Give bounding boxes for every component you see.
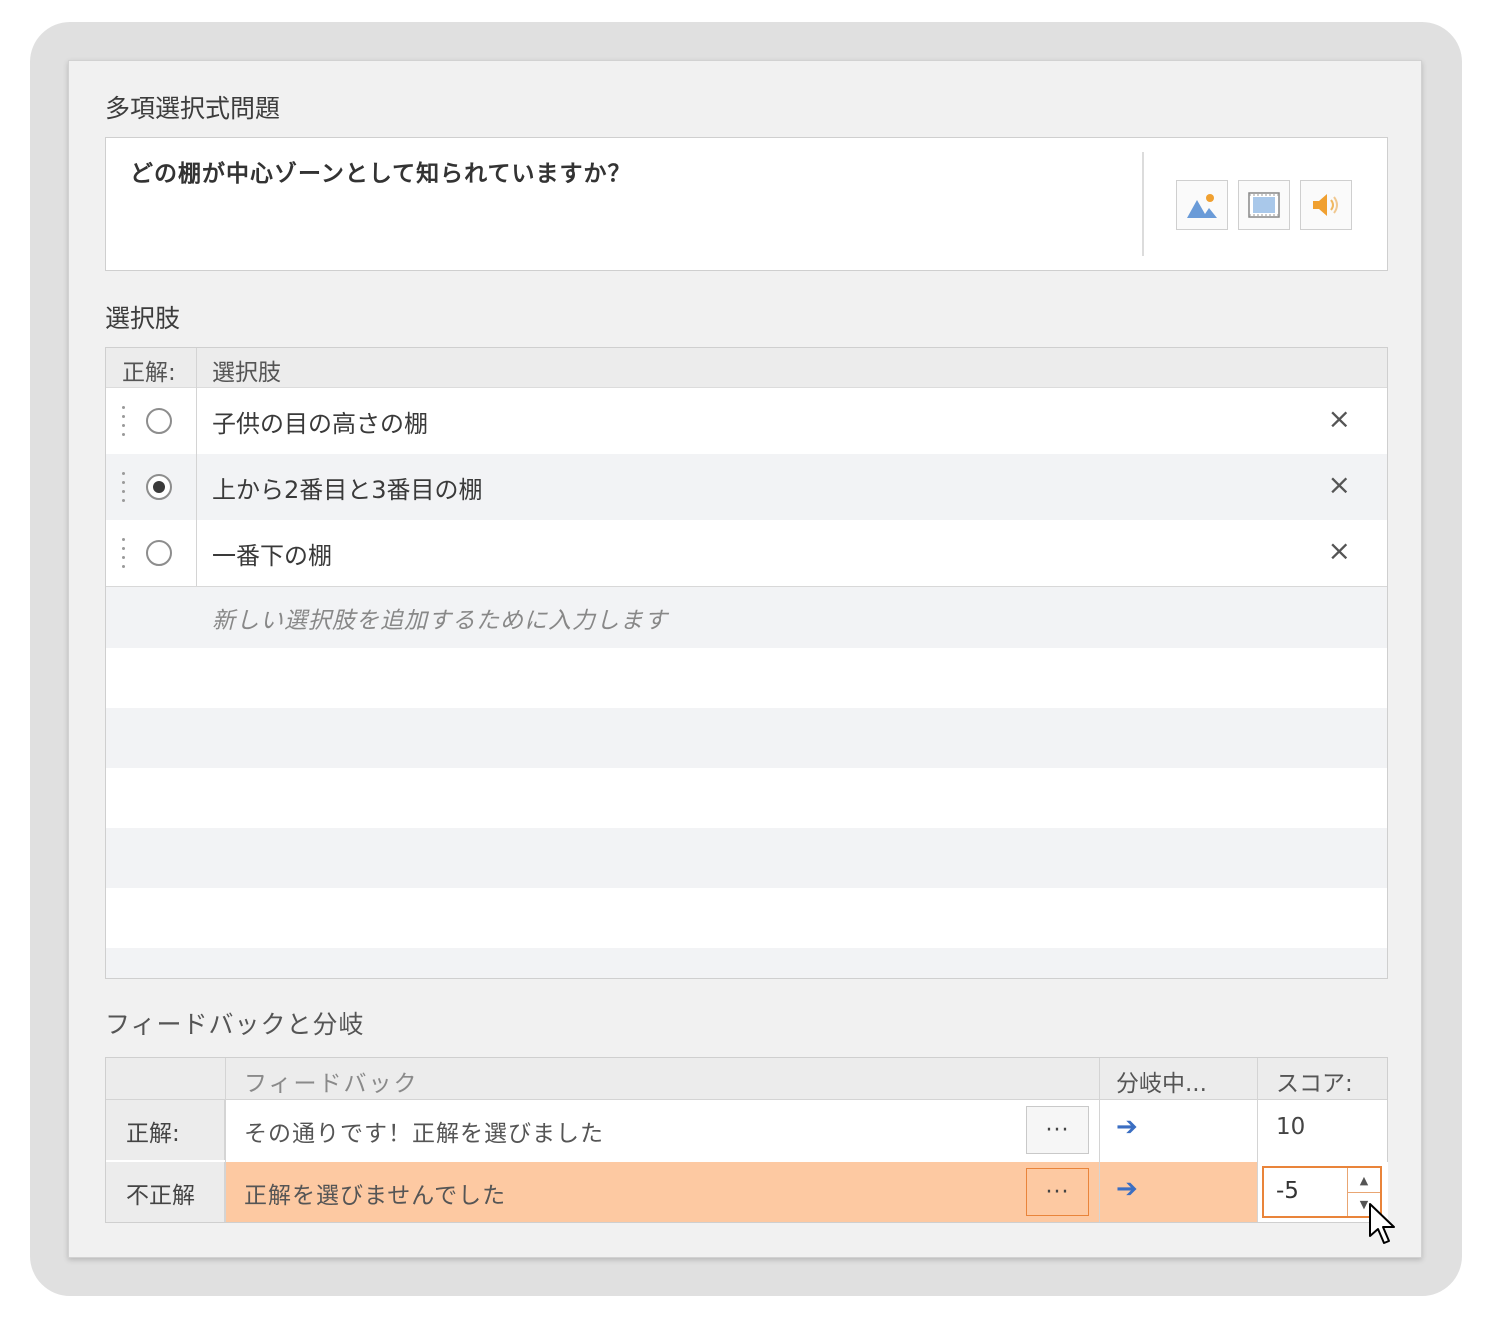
insert-image-button[interactable] <box>1176 180 1228 230</box>
video-icon <box>1248 192 1280 218</box>
image-icon <box>1187 194 1217 218</box>
delete-choice-icon[interactable]: × <box>1328 534 1351 567</box>
question-text[interactable]: どの棚が中心ゾーンとして知られていますか？ <box>130 154 631 188</box>
more-options-button[interactable]: ··· <box>1026 1168 1089 1216</box>
empty-row <box>106 948 1387 978</box>
question-editor-panel: 多項選択式問題 どの棚が中心ゾーンとして知られていますか？ 選択肢 正解: 選択… <box>68 60 1422 1258</box>
branch-arrow-icon[interactable]: ➔ <box>1116 1174 1138 1204</box>
audio-icon <box>1313 194 1338 216</box>
row-label: 不正解 <box>126 1183 195 1209</box>
choice-row[interactable]: 子供の目の高さの棚 × <box>106 388 1387 454</box>
feedback-table: フィードバック 分岐中... スコア: 正解: その通りです！正解を選びました … <box>105 1057 1388 1223</box>
increment-icon[interactable]: ▲ <box>1348 1168 1380 1193</box>
question-divider <box>1142 152 1144 256</box>
delete-choice-icon[interactable]: × <box>1328 402 1351 435</box>
feedback-header: フィードバック 分岐中... スコア: <box>106 1058 1387 1100</box>
drag-handle-icon[interactable] <box>122 472 126 502</box>
correct-radio[interactable] <box>146 408 172 434</box>
choices-header: 正解: 選択肢 <box>106 348 1387 388</box>
feedback-row-incorrect[interactable]: 不正解 正解を選びませんでした ··· ➔ -5 ▲ ▼ <box>106 1162 1388 1222</box>
score-value[interactable]: 10 <box>1276 1114 1305 1140</box>
more-options-button[interactable]: ··· <box>1026 1106 1089 1154</box>
empty-row <box>106 888 1387 948</box>
question-section-title: 多項選択式問題 <box>105 94 281 123</box>
choice-label[interactable]: 一番下の棚 <box>212 536 332 571</box>
mouse-cursor-icon <box>1369 1203 1395 1244</box>
choice-row[interactable]: 上から2番目と3番目の棚 × <box>106 454 1387 520</box>
column-header-branch: 分岐中... <box>1116 1071 1207 1097</box>
empty-row <box>106 708 1387 768</box>
empty-row <box>106 648 1387 708</box>
empty-row <box>106 768 1387 828</box>
column-header-score: スコア: <box>1276 1071 1353 1097</box>
delete-choice-icon[interactable]: × <box>1328 468 1351 501</box>
empty-row <box>106 828 1387 888</box>
choices-table: 正解: 選択肢 子供の目の高さの棚 × 上から2番目と3番目の棚 × 一番下の棚… <box>105 347 1388 979</box>
feedback-text[interactable]: その通りです！正解を選びました <box>244 1114 604 1148</box>
choice-label[interactable]: 上から2番目と3番目の棚 <box>212 470 483 505</box>
correct-radio-selected[interactable] <box>146 474 172 500</box>
question-text-box[interactable]: どの棚が中心ゾーンとして知られていますか？ <box>105 137 1388 271</box>
column-header-correct: 正解: <box>122 360 176 386</box>
choice-row[interactable]: 一番下の棚 × <box>106 520 1387 586</box>
feedback-section-title: フィードバックと分岐 <box>105 1010 365 1039</box>
add-choice-input[interactable]: 新しい選択肢を追加するために入力します <box>106 586 1387 648</box>
choice-label[interactable]: 子供の目の高さの棚 <box>212 404 428 439</box>
row-label: 正解: <box>126 1121 180 1147</box>
correct-radio[interactable] <box>146 540 172 566</box>
drag-handle-icon[interactable] <box>122 406 126 436</box>
choices-section-title: 選択肢 <box>105 304 181 333</box>
score-stepper[interactable]: -5 ▲ ▼ <box>1262 1166 1382 1218</box>
add-choice-placeholder: 新しい選択肢を追加するために入力します <box>212 608 668 634</box>
branch-arrow-icon[interactable]: ➔ <box>1116 1112 1138 1142</box>
column-header-choice: 選択肢 <box>212 360 281 386</box>
insert-audio-button[interactable] <box>1300 180 1352 230</box>
feedback-text[interactable]: 正解を選びませんでした <box>244 1176 506 1210</box>
score-input[interactable]: -5 <box>1276 1178 1299 1204</box>
feedback-row-correct[interactable]: 正解: その通りです！正解を選びました ··· ➔ 10 <box>106 1100 1387 1160</box>
drag-handle-icon[interactable] <box>122 538 126 568</box>
column-header-feedback: フィードバック <box>244 1071 419 1097</box>
insert-video-button[interactable] <box>1238 180 1290 230</box>
